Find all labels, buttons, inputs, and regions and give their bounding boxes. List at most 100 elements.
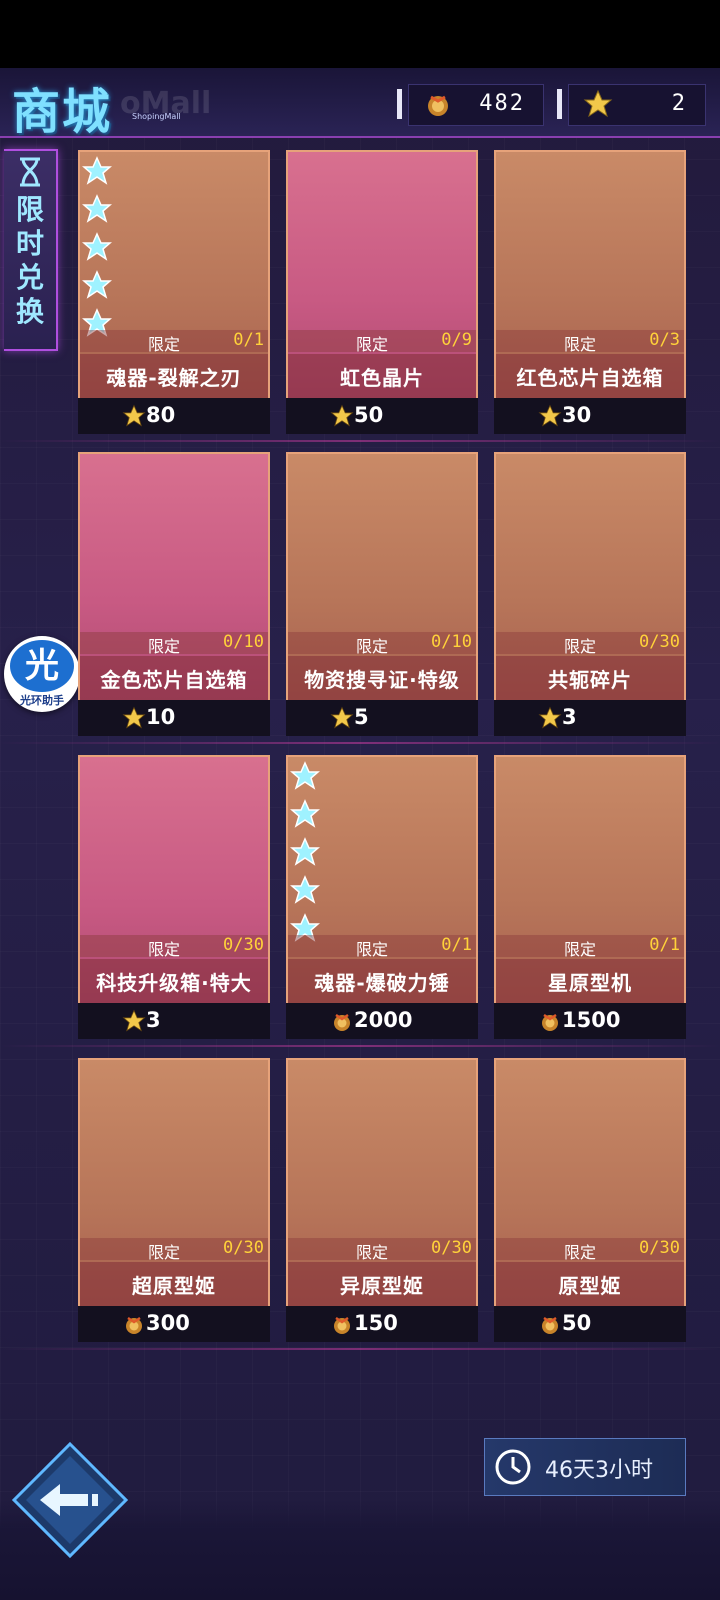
shop-item-card[interactable]: 限定 0/30 原型姬	[494, 1058, 686, 1308]
limit-label: 限定	[148, 637, 181, 656]
price-value: 50	[562, 1311, 592, 1335]
purchase-count: 0/30	[223, 935, 264, 955]
price-value: 1500	[562, 1008, 621, 1032]
item-price[interactable]: 30	[494, 398, 686, 434]
star-balance: 2	[557, 84, 706, 126]
item-name: 红色芯片自选箱	[516, 366, 664, 390]
coin-icon	[542, 1316, 558, 1334]
star-currency-icon	[538, 404, 562, 427]
price-value: 150	[354, 1311, 398, 1335]
item-price[interactable]: 10	[78, 700, 270, 736]
star-currency-icon	[330, 404, 354, 427]
page-subtitle: ShopingMall	[132, 112, 181, 121]
star-currency-icon	[122, 706, 146, 729]
shop-item-card[interactable]: 限定 0/3 红色芯片自选箱	[494, 150, 686, 400]
rarity-star-icon	[290, 875, 320, 904]
item-price[interactable]: 3	[78, 1003, 270, 1039]
limit-label: 限定	[356, 637, 389, 656]
purchase-count: 0/1	[649, 935, 680, 955]
price-value: 2000	[354, 1008, 413, 1032]
rarity-star-icon	[290, 761, 320, 790]
shop-item-card[interactable]: 限定 0/30 超原型姬	[78, 1058, 270, 1308]
item-price[interactable]: 50	[494, 1306, 686, 1342]
countdown-text: 46天3小时	[545, 1458, 653, 1483]
rarity-star-icon	[82, 156, 112, 185]
item-name: 魂器-爆破力锤	[314, 971, 450, 995]
status-bar	[0, 0, 720, 68]
purchase-count: 0/30	[223, 1238, 264, 1258]
star-currency-icon	[583, 89, 613, 118]
limit-label: 限定	[148, 1243, 181, 1262]
coin-icon	[334, 1316, 350, 1334]
item-price[interactable]: 3	[494, 700, 686, 736]
item-name: 物资搜寻证·特级	[304, 668, 460, 692]
item-name: 星原型机	[548, 971, 632, 995]
price-value: 3	[562, 705, 577, 729]
purchase-count: 0/10	[431, 632, 472, 652]
purchase-count: 0/10	[223, 632, 264, 652]
item-price[interactable]: 150	[286, 1306, 478, 1342]
hourglass-icon	[20, 157, 40, 187]
shop-item-card[interactable]: 限定 0/9 虹色晶片	[286, 150, 478, 400]
rarity-stars	[290, 761, 320, 951]
divider	[0, 742, 720, 744]
purchase-count: 0/30	[639, 1238, 680, 1258]
back-button[interactable]	[10, 1440, 130, 1560]
purchase-count: 0/3	[649, 330, 680, 350]
shop-item-card[interactable]: 限定 0/30 异原型姬	[286, 1058, 478, 1308]
item-name: 虹色晶片	[340, 366, 424, 390]
coin-icon	[334, 1013, 350, 1031]
coin-icon	[126, 1316, 142, 1334]
divider	[0, 440, 720, 442]
coin-value: 482	[479, 91, 525, 116]
purchase-count: 0/1	[441, 935, 472, 955]
coin-icon	[428, 95, 448, 116]
item-name: 超原型姬	[132, 1274, 216, 1298]
price-value: 3	[146, 1008, 161, 1032]
limit-label: 限定	[148, 335, 181, 354]
shop-item-card[interactable]: 限定 0/10 金色芯片自选箱	[78, 452, 270, 702]
limited-exchange-label: 限时兑换	[15, 193, 44, 328]
rarity-star-icon	[82, 194, 112, 223]
limited-exchange-tab[interactable]: 限时兑换	[4, 149, 58, 351]
item-price[interactable]: 80	[78, 398, 270, 434]
item-price[interactable]: 1500	[494, 1003, 686, 1039]
star-currency-icon	[122, 1009, 146, 1032]
star-currency-icon	[330, 706, 354, 729]
limit-label: 限定	[564, 940, 597, 959]
countdown-timer: 46天3小时	[484, 1438, 686, 1496]
rarity-star-icon	[82, 270, 112, 299]
limit-label: 限定	[356, 940, 389, 959]
price-value: 50	[354, 403, 384, 427]
shop-item-card[interactable]: 限定 0/1 魂器-裂解之刃	[78, 150, 270, 400]
rarity-star-icon	[82, 232, 112, 261]
page-title: 商城	[12, 84, 113, 140]
limit-label: 限定	[148, 940, 181, 959]
rarity-star-icon	[290, 837, 320, 866]
price-value: 80	[146, 403, 176, 427]
item-price[interactable]: 2000	[286, 1003, 478, 1039]
item-price[interactable]: 300	[78, 1306, 270, 1342]
purchase-count: 0/30	[431, 1238, 472, 1258]
item-price[interactable]: 5	[286, 700, 478, 736]
shop-item-card[interactable]: 限定 0/1 星原型机	[494, 755, 686, 1005]
item-name: 金色芯片自选箱	[100, 668, 248, 692]
price-value: 5	[354, 705, 369, 729]
assistant-button[interactable]: 光 光环助手	[4, 636, 80, 712]
shop-item-card[interactable]: 限定 0/30 共轭碎片	[494, 452, 686, 702]
coin-icon	[542, 1013, 558, 1031]
item-name: 魂器-裂解之刃	[106, 366, 242, 390]
item-name: 科技升级箱·特大	[96, 971, 252, 995]
purchase-count: 0/30	[639, 632, 680, 652]
limit-label: 限定	[356, 1243, 389, 1262]
purchase-count: 0/9	[441, 330, 472, 350]
purchase-count: 0/1	[233, 330, 264, 350]
item-price[interactable]: 50	[286, 398, 478, 434]
shop-item-card[interactable]: 限定 0/10 物资搜寻证·特级	[286, 452, 478, 702]
limit-label: 限定	[356, 335, 389, 354]
coin-balance: 482	[397, 84, 544, 126]
limit-label: 限定	[564, 1243, 597, 1262]
shop-item-card[interactable]: 限定 0/30 科技升级箱·特大	[78, 755, 270, 1005]
item-name: 原型姬	[558, 1274, 622, 1298]
shop-item-card[interactable]: 限定 0/1 魂器-爆破力锤	[286, 755, 478, 1005]
